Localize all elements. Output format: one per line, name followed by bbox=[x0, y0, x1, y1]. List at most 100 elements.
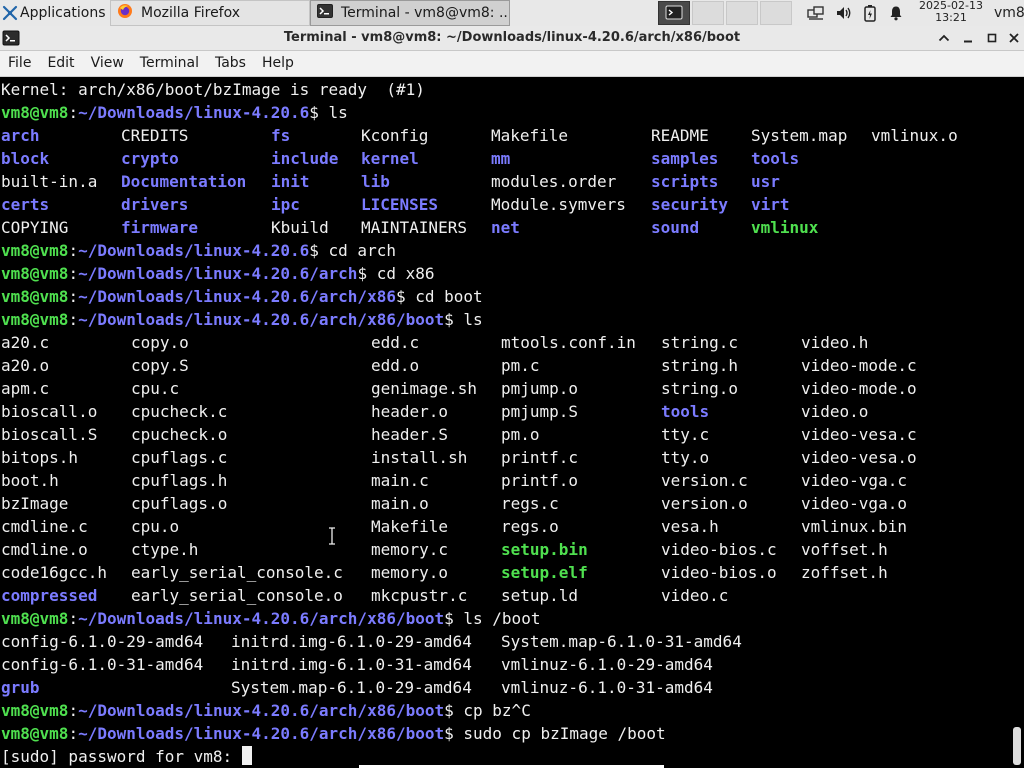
file-entry: edd.c bbox=[371, 333, 420, 352]
file-entry: modules.order bbox=[491, 172, 617, 191]
file-entry: config-6.1.0-31-amd64 bbox=[1, 655, 204, 674]
file-entry: arch bbox=[1, 126, 40, 145]
file-entry: tools bbox=[751, 149, 800, 168]
terminal-line: [sudo] password for vm8: bbox=[1, 745, 252, 768]
chevron-up-icon bbox=[938, 34, 950, 42]
file-entry: version.o bbox=[661, 494, 748, 513]
menu-view[interactable]: View bbox=[83, 51, 132, 76]
terminal-text: $ cd x86 bbox=[357, 264, 435, 283]
file-entry: string.c bbox=[661, 333, 739, 352]
file-entry: net bbox=[491, 218, 520, 237]
terminal-text: ~/Downloads/linux-4.20.6/arch/x86/boot bbox=[78, 701, 445, 720]
file-entry: video.h bbox=[801, 333, 869, 352]
taskbar-item-firefox[interactable]: Mozilla Firefox bbox=[110, 0, 310, 26]
file-entry: LICENSES bbox=[361, 195, 439, 214]
terminal-line: boot.h cpuflags.h main.c printf.o version.c v… bbox=[1, 469, 1001, 492]
file-entry: kernel bbox=[361, 149, 419, 168]
file-entry: tools bbox=[661, 402, 710, 421]
terminal-text: $ ls /boot bbox=[444, 609, 541, 628]
terminal-line: a20.o copy.S edd.o pm.c string.h video-mode.c bbox=[1, 354, 1001, 377]
file-entry: pm.o bbox=[501, 425, 540, 444]
file-entry: built-in.a bbox=[1, 172, 98, 191]
terminal-output[interactable]: Kernel: arch/x86/boot/bzImage is ready (… bbox=[0, 77, 1010, 768]
file-entry: System.map-6.1.0-29-amd64 bbox=[231, 678, 472, 697]
terminal-scrollbar[interactable] bbox=[1010, 77, 1024, 768]
maximize-button[interactable] bbox=[982, 28, 1002, 48]
file-entry: cmdline.o bbox=[1, 540, 88, 559]
volume-icon[interactable] bbox=[834, 3, 854, 23]
terminal-text: vm8@vm8 bbox=[1, 701, 69, 720]
file-entry: a20.o bbox=[1, 356, 50, 375]
file-entry: video-bios.c bbox=[661, 540, 777, 559]
file-entry: config-6.1.0-29-amd64 bbox=[1, 632, 204, 651]
battery-icon[interactable] bbox=[860, 3, 880, 23]
file-entry: COPYING bbox=[1, 218, 69, 237]
file-entry: copy.S bbox=[131, 356, 189, 375]
file-entry: setup.ld bbox=[501, 586, 579, 605]
scrollbar-thumb[interactable] bbox=[1013, 727, 1021, 765]
terminal-text: $ cp bz^C bbox=[444, 701, 531, 720]
window-title: Terminal - vm8@vm8: ~/Downloads/linux-4.… bbox=[283, 30, 741, 45]
user-menu[interactable]: vm8 bbox=[994, 0, 1024, 26]
file-entry: main.c bbox=[371, 471, 429, 490]
menu-help[interactable]: Help bbox=[254, 51, 302, 76]
file-entry: System.map bbox=[751, 126, 848, 145]
shade-button[interactable] bbox=[934, 28, 954, 48]
terminal-icon bbox=[317, 3, 333, 23]
terminal-text: ~/Downloads/linux-4.20.6/arch/x86/boot bbox=[78, 310, 445, 329]
workspace-3[interactable] bbox=[726, 1, 758, 25]
window-titlebar[interactable]: Terminal - vm8@vm8: ~/Downloads/linux-4.… bbox=[0, 26, 1024, 51]
terminal-text: vm8@vm8 bbox=[1, 724, 69, 743]
terminal-line: bioscall.o cpucheck.c header.o pmjump.S tool… bbox=[1, 400, 1001, 423]
workspace-4[interactable] bbox=[760, 1, 792, 25]
workspace-1[interactable] bbox=[658, 1, 690, 25]
taskbar-item-label: Terminal - vm8@vm8: ... bbox=[341, 5, 510, 21]
terminal-line: vm8@vm8:~/Downloads/linux-4.20.6/arch/x8… bbox=[1, 722, 666, 745]
terminal-text: Kernel: arch/x86/boot/bzImage is ready (… bbox=[1, 80, 425, 99]
terminal-line: vm8@vm8:~/Downloads/linux-4.20.6$ cd arc… bbox=[1, 239, 396, 262]
notification-bell-icon[interactable] bbox=[886, 3, 906, 23]
file-entry: vesa.h bbox=[661, 517, 719, 536]
file-entry: cpu.o bbox=[131, 517, 180, 536]
terminal-text: : bbox=[68, 103, 79, 122]
menu-terminal[interactable]: Terminal bbox=[132, 51, 207, 76]
file-entry: cmdline.c bbox=[1, 517, 88, 536]
panel-clock[interactable]: 2025-02-13 13:21 bbox=[912, 0, 990, 26]
terminal-text: ~/Downloads/linux-4.20.6/arch/x86/boot bbox=[78, 609, 445, 628]
file-entry: video-vga.c bbox=[801, 471, 907, 490]
minimize-button[interactable] bbox=[958, 28, 978, 48]
menu-tabs[interactable]: Tabs bbox=[207, 51, 254, 76]
terminal-text: ~/Downloads/linux-4.20.6 bbox=[78, 103, 310, 122]
file-entry: setup.bin bbox=[501, 540, 588, 559]
file-entry: header.S bbox=[371, 425, 449, 444]
terminal-line: code16gcc.h early_serial_console.c memory.… bbox=[1, 561, 1001, 584]
file-entry: header.o bbox=[371, 402, 449, 421]
terminal-cursor bbox=[241, 746, 252, 765]
firefox-icon bbox=[117, 3, 133, 23]
taskbar-item-terminal[interactable]: Terminal - vm8@vm8: ... bbox=[310, 0, 510, 26]
network-icon[interactable] bbox=[806, 3, 826, 23]
file-entry: mkcpustr.c bbox=[371, 586, 468, 605]
menu-edit[interactable]: Edit bbox=[39, 51, 82, 76]
clock-time: 13:21 bbox=[935, 11, 967, 24]
file-entry: Makefile bbox=[491, 126, 569, 145]
file-entry: video.c bbox=[661, 586, 729, 605]
terminal-line: cmdline.o ctype.h memory.c setup.bin video-b… bbox=[1, 538, 1001, 561]
terminal-line: config-6.1.0-29-amd64 initrd.img-6.1.0-29… bbox=[1, 630, 1001, 653]
file-entry: voffset.h bbox=[801, 540, 888, 559]
file-entry: ipc bbox=[271, 195, 300, 214]
terminal-text: ~/Downloads/linux-4.20.6/arch bbox=[78, 264, 358, 283]
terminal-line: built-in.a Documentation init lib modules.or… bbox=[1, 170, 1001, 193]
terminal-text: [sudo] password for vm8: bbox=[1, 747, 242, 766]
terminal-text: $ ls bbox=[309, 103, 348, 122]
terminal-text: ~/Downloads/linux-4.20.6 bbox=[78, 241, 310, 260]
menu-file[interactable]: File bbox=[0, 51, 39, 76]
workspace-2[interactable] bbox=[692, 1, 724, 25]
close-button[interactable] bbox=[1004, 28, 1024, 48]
file-entry: code16gcc.h bbox=[1, 563, 107, 582]
file-entry: main.o bbox=[371, 494, 429, 513]
file-entry: pmjump.S bbox=[501, 402, 579, 421]
terminal-line: Kernel: arch/x86/boot/bzImage is ready (… bbox=[1, 78, 425, 101]
file-entry: Module.symvers bbox=[491, 195, 626, 214]
applications-menu-button[interactable]: Applications bbox=[0, 0, 110, 26]
